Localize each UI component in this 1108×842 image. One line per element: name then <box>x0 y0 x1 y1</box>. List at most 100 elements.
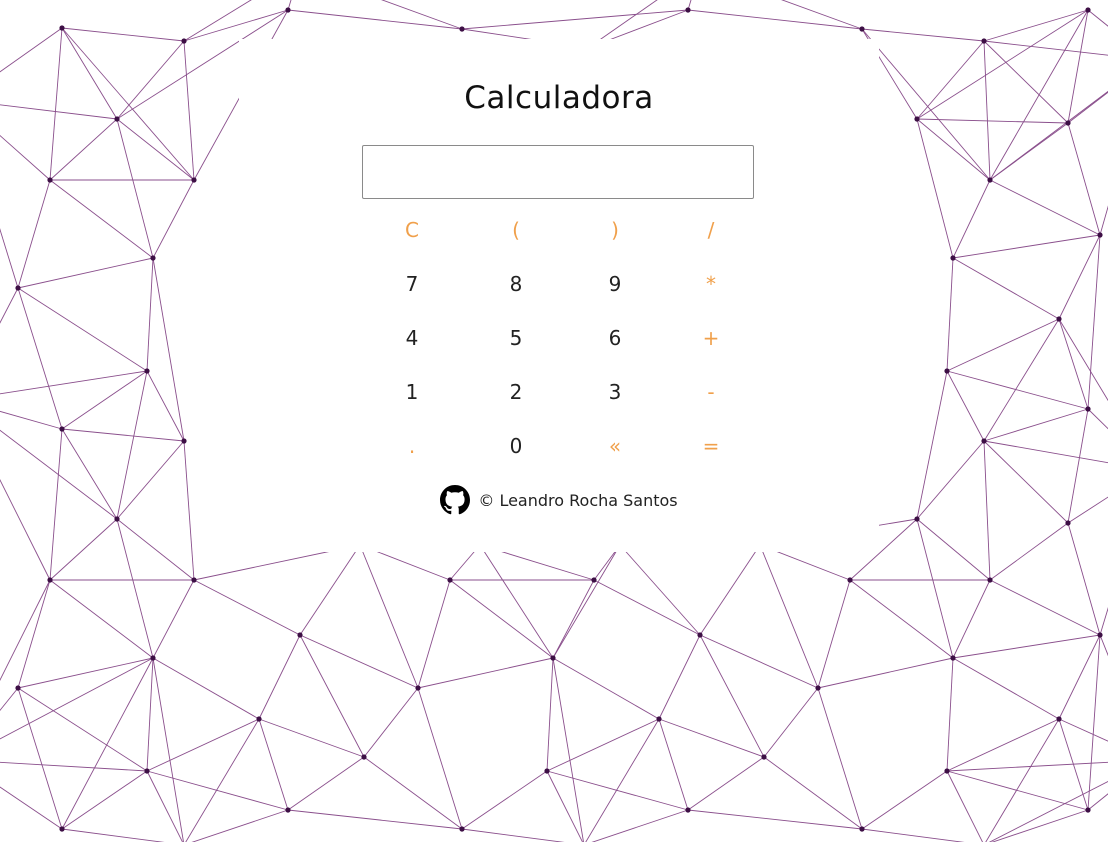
pattern-line <box>946 770 1089 811</box>
pattern-line <box>1058 318 1089 410</box>
pattern-line <box>781 0 863 30</box>
pattern-line <box>946 657 954 772</box>
pattern-line <box>461 770 548 830</box>
pattern-line <box>61 370 148 430</box>
digit-2-button[interactable]: 2 <box>486 374 546 410</box>
github-icon[interactable] <box>440 485 471 515</box>
pattern-line <box>946 770 984 842</box>
pattern-line <box>17 287 63 430</box>
pattern-node <box>544 768 550 774</box>
pattern-node <box>1056 316 1062 322</box>
plus-button[interactable]: + <box>681 320 741 356</box>
pattern-node <box>987 577 993 583</box>
close-parenthesis-button[interactable]: ) <box>585 212 645 248</box>
pattern-line <box>0 579 51 682</box>
pattern-line <box>299 634 419 689</box>
pattern-line <box>988 781 1108 842</box>
pattern-line <box>861 770 948 830</box>
pattern-line <box>193 579 301 636</box>
pattern-line <box>759 544 819 689</box>
pattern-line <box>861 828 965 842</box>
pattern-line <box>116 118 195 181</box>
pattern-line <box>763 687 819 758</box>
pattern-line <box>116 370 148 520</box>
pattern-line <box>989 179 1101 236</box>
pattern-line <box>593 579 701 636</box>
pattern-line <box>552 579 595 659</box>
pattern-line <box>658 718 689 811</box>
pattern-node <box>1097 632 1103 638</box>
pattern-line <box>916 440 985 520</box>
backspace-button[interactable]: « <box>585 428 645 464</box>
pattern-line <box>546 718 660 772</box>
pattern-line <box>763 756 863 830</box>
pattern-line <box>461 9 689 30</box>
pattern-line <box>417 579 451 689</box>
pattern-node <box>191 577 197 583</box>
pattern-node <box>59 826 65 832</box>
minus-button[interactable]: - <box>681 374 741 410</box>
pattern-line <box>258 718 365 758</box>
pattern-line <box>116 518 154 659</box>
pattern-line <box>546 770 689 811</box>
digit-6-button[interactable]: 6 <box>585 320 645 356</box>
pattern-line <box>983 318 1060 442</box>
pattern-line <box>0 478 51 581</box>
pattern-node <box>1085 7 1091 13</box>
pattern-node <box>47 177 53 183</box>
pattern-line <box>1099 205 1108 236</box>
digit-7-button[interactable]: 7 <box>382 266 442 302</box>
equals-button[interactable]: = <box>681 428 741 464</box>
pattern-line <box>0 104 118 120</box>
pattern-line <box>0 228 19 289</box>
digit-0-button[interactable]: 0 <box>486 428 546 464</box>
pattern-node <box>944 368 950 374</box>
digit-9-button[interactable]: 9 <box>585 266 645 302</box>
pattern-line <box>591 809 689 842</box>
pattern-line <box>61 428 118 520</box>
pattern-node <box>1085 807 1091 813</box>
decimal-point-button[interactable]: . <box>382 428 442 464</box>
digit-5-button[interactable]: 5 <box>486 320 546 356</box>
pattern-line <box>258 718 289 811</box>
pattern-line <box>1087 634 1101 811</box>
pattern-node <box>144 768 150 774</box>
pattern-line <box>49 579 154 659</box>
pattern-line <box>359 544 419 689</box>
pattern-line <box>546 770 584 842</box>
pattern-line <box>17 179 51 289</box>
pattern-node <box>1056 716 1062 722</box>
pattern-line <box>449 579 554 659</box>
clear-button[interactable]: C <box>382 212 442 248</box>
pattern-line <box>1058 718 1108 742</box>
calculator-display-input[interactable] <box>362 145 754 199</box>
pattern-line <box>49 118 118 181</box>
pattern-line <box>861 28 991 181</box>
pattern-line <box>1087 234 1101 410</box>
multiply-button[interactable]: * <box>681 266 741 302</box>
pattern-line <box>952 234 1101 259</box>
calculator-panel: Calculadora C ( ) / 7 8 9 * 4 5 6 + 1 2 … <box>239 39 879 552</box>
pattern-line <box>0 657 154 740</box>
pattern-line <box>417 687 463 830</box>
pattern-line <box>817 687 863 830</box>
pattern-line <box>17 257 154 289</box>
pattern-node <box>697 632 703 638</box>
digit-3-button[interactable]: 3 <box>585 374 645 410</box>
pattern-node <box>256 716 262 722</box>
open-parenthesis-button[interactable]: ( <box>486 212 546 248</box>
pattern-line <box>49 27 63 181</box>
pattern-node <box>150 255 156 261</box>
pattern-line <box>299 544 361 636</box>
pattern-line <box>479 544 554 659</box>
digit-1-button[interactable]: 1 <box>382 374 442 410</box>
digit-4-button[interactable]: 4 <box>382 320 442 356</box>
divide-button[interactable]: / <box>681 212 741 248</box>
pattern-node <box>815 685 821 691</box>
pattern-line <box>687 756 765 811</box>
digit-8-button[interactable]: 8 <box>486 266 546 302</box>
pattern-line <box>849 579 954 659</box>
pattern-line <box>287 809 463 830</box>
pattern-node <box>415 685 421 691</box>
pattern-line <box>0 410 63 430</box>
